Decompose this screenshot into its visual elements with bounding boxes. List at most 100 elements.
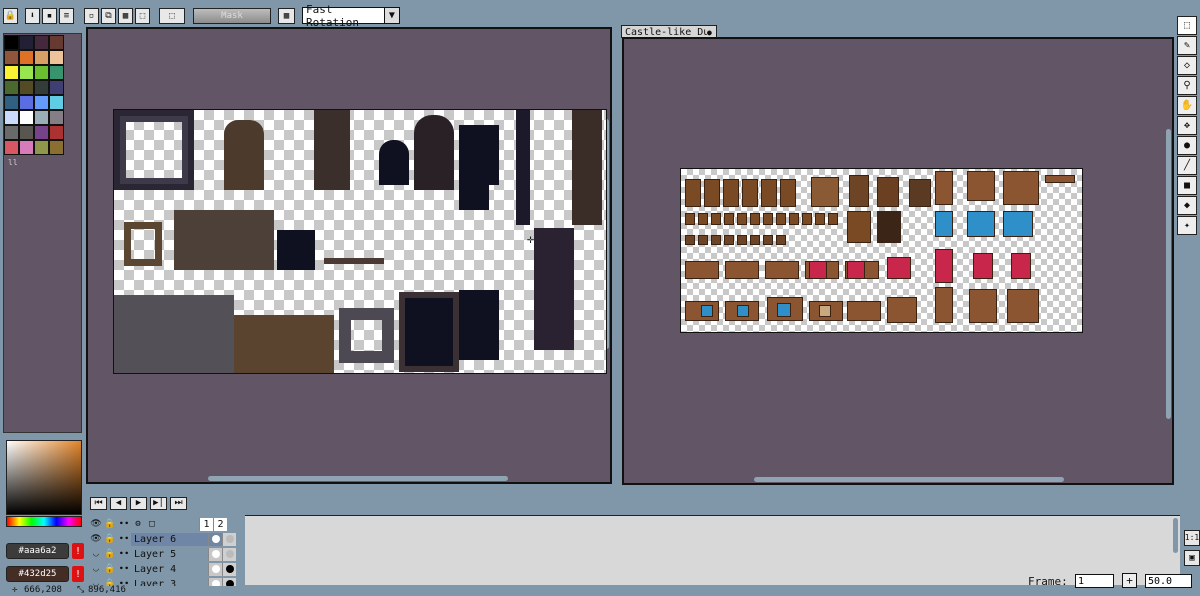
right-canvas-vscroll[interactable] <box>1166 129 1171 419</box>
palette-swatch[interactable] <box>34 110 49 125</box>
palette-swatch[interactable] <box>34 65 49 80</box>
palette-swatch[interactable] <box>4 110 19 125</box>
secondary-color-swatch[interactable]: #432d25 <box>6 566 69 582</box>
palette-swatch[interactable] <box>4 80 19 95</box>
rotation-select[interactable]: Fast Rotation ▼ <box>302 3 400 29</box>
add-frame-button[interactable]: + <box>1122 573 1137 588</box>
fill-icon[interactable]: ● <box>1177 136 1197 155</box>
primary-color-swatch[interactable]: #aaa6a2 <box>6 543 69 559</box>
close-tab-icon[interactable]: ● <box>707 28 712 37</box>
selection-mode-icon[interactable]: ⬚ <box>159 8 185 24</box>
palette-swatch[interactable] <box>4 50 19 65</box>
rect-icon[interactable]: ■ <box>1177 176 1197 195</box>
lock-icon[interactable]: 🔒 <box>103 562 117 576</box>
move-down-icon[interactable]: ⬇ <box>25 8 40 24</box>
layer-name[interactable]: Layer 4 <box>131 562 208 576</box>
primary-warning-icon[interactable]: ! <box>72 543 84 559</box>
layout-double-icon[interactable]: ⧉ <box>101 8 116 24</box>
palette-swatch[interactable] <box>49 50 64 65</box>
link-icon[interactable]: ∙∙ <box>117 562 131 576</box>
last-frame-icon[interactable]: ⏭ <box>170 497 187 510</box>
palette-swatch[interactable] <box>19 65 34 80</box>
lock-icon[interactable]: 🔒 <box>103 532 117 546</box>
grid-icon[interactable]: ▦ <box>278 8 295 24</box>
frame-cell[interactable] <box>208 532 222 546</box>
palette-swatch[interactable] <box>19 80 34 95</box>
palette-swatch[interactable] <box>19 110 34 125</box>
palette-swatch[interactable] <box>4 140 19 155</box>
visibility-icon[interactable]: ◡ <box>89 562 103 576</box>
frame-cell[interactable] <box>222 562 236 576</box>
layer-row[interactable]: 👁 🔒 ∙∙ Layer 6 <box>89 532 244 546</box>
frame-number-2[interactable]: 2 <box>213 517 227 531</box>
visibility-icon[interactable]: ◡ <box>89 547 103 561</box>
palette-swatch[interactable] <box>49 95 64 110</box>
link-icon[interactable]: ∙∙ <box>117 532 131 546</box>
palette-swatch[interactable] <box>4 35 19 50</box>
lock-all-icon[interactable]: 🔒 <box>103 517 117 531</box>
frame-input[interactable] <box>1075 574 1114 588</box>
blob-icon[interactable]: ◆ <box>1177 196 1197 215</box>
palette-swatch[interactable] <box>49 80 64 95</box>
fit-screen-icon[interactable]: ▣ <box>1184 550 1200 566</box>
prev-frame-icon[interactable]: ◀ <box>110 497 127 510</box>
palette-grid[interactable] <box>4 35 66 157</box>
palette-swatch[interactable] <box>49 35 64 50</box>
link-icon[interactable]: ∙∙ <box>117 547 131 561</box>
layout-grid-icon[interactable]: ▦ <box>118 8 133 24</box>
zoom-input[interactable] <box>1145 574 1192 588</box>
mask-button[interactable]: Mask <box>193 8 271 24</box>
palette-swatch[interactable] <box>19 95 34 110</box>
palette-resize-handle[interactable]: ll <box>8 158 18 167</box>
select-all-icon[interactable]: ⬚ <box>135 8 150 24</box>
palette-swatch[interactable] <box>49 110 64 125</box>
palette-swatch[interactable] <box>4 95 19 110</box>
palette-swatch[interactable] <box>4 65 19 80</box>
settings-icon[interactable]: ⚙ <box>131 517 145 531</box>
palette-swatch[interactable] <box>49 140 64 155</box>
frame-cell[interactable] <box>208 562 222 576</box>
actual-size-icon[interactable]: 1:1 <box>1184 530 1200 546</box>
pencil-icon[interactable]: ✎ <box>1177 36 1197 55</box>
palette-swatch[interactable] <box>49 65 64 80</box>
palette-swatch[interactable] <box>19 35 34 50</box>
secondary-warning-icon[interactable]: ! <box>72 566 84 582</box>
palette-swatch[interactable] <box>34 35 49 50</box>
lock-icon[interactable]: 🔒 <box>103 547 117 561</box>
visibility-icon[interactable]: 👁 <box>89 532 103 546</box>
palette-swatch[interactable] <box>49 125 64 140</box>
palette-swatch[interactable] <box>34 140 49 155</box>
frame-cell[interactable] <box>222 532 236 546</box>
first-frame-icon[interactable]: ⏮ <box>90 497 107 510</box>
layer-name[interactable]: Layer 5 <box>131 547 208 561</box>
eraser-icon[interactable]: ◇ <box>1177 56 1197 75</box>
palette-swatch[interactable] <box>19 125 34 140</box>
frame-cell[interactable] <box>222 547 236 561</box>
save-icon[interactable]: ▪ <box>42 8 57 24</box>
play-icon[interactable]: ▶ <box>130 497 147 510</box>
palette-swatch[interactable] <box>4 125 19 140</box>
layer-name[interactable]: Layer 6 <box>131 532 208 546</box>
palette-swatch[interactable] <box>19 50 34 65</box>
color-picker[interactable] <box>6 440 82 515</box>
palette-swatch[interactable] <box>34 50 49 65</box>
next-frame-icon[interactable]: ▶| <box>150 497 167 510</box>
left-canvas-hscroll[interactable] <box>208 476 508 481</box>
palette-swatch[interactable] <box>34 80 49 95</box>
layout-single-icon[interactable]: ▫ <box>84 8 99 24</box>
layer-row[interactable]: ◡ 🔒 ∙∙ Layer 5 <box>89 547 244 561</box>
select-rect-icon[interactable]: ⬚ <box>1177 16 1197 35</box>
menu-icon[interactable]: ≡ <box>59 8 74 24</box>
palette-swatch[interactable] <box>34 125 49 140</box>
hue-slider[interactable] <box>6 516 82 527</box>
right-canvas-hscroll[interactable] <box>754 477 1064 482</box>
timeline-vscroll[interactable] <box>1173 518 1178 553</box>
visibility-all-icon[interactable]: 👁 <box>89 517 103 531</box>
layer-row[interactable]: ◡ 🔒 ∙∙ Layer 4 <box>89 562 244 576</box>
wand-icon[interactable]: ✦ <box>1177 216 1197 235</box>
frame-cell[interactable] <box>208 547 222 561</box>
chevron-down-icon[interactable]: ▼ <box>383 8 399 23</box>
new-layer-icon[interactable]: □ <box>145 517 159 531</box>
link-all-icon[interactable]: ∙∙ <box>117 517 131 531</box>
frame-number-1[interactable]: 1 <box>199 517 213 531</box>
